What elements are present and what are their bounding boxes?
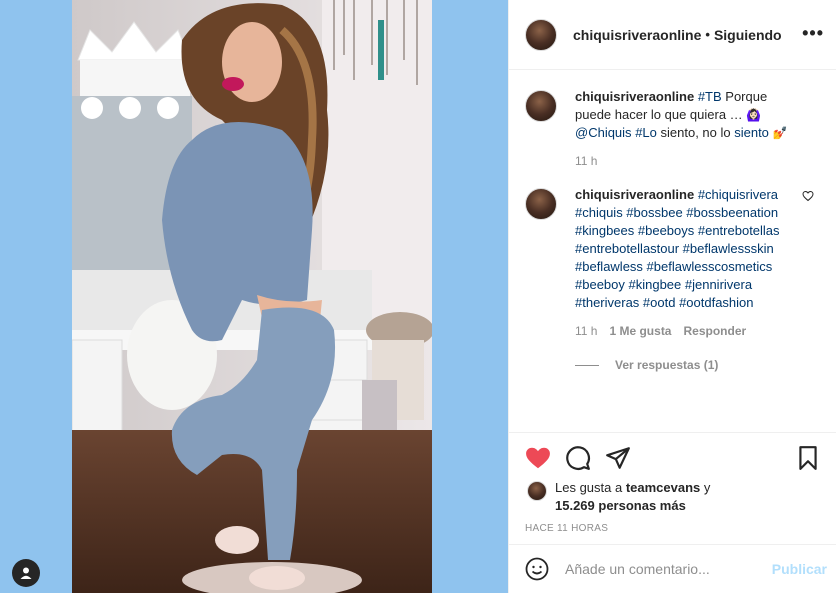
post-header: chiquisriveraonline • Siguiendo ••• bbox=[509, 0, 836, 70]
replies-divider bbox=[575, 364, 599, 366]
hashtag-tb[interactable]: #TB bbox=[698, 89, 722, 104]
caption-time[interactable]: 11 h bbox=[575, 154, 597, 168]
caption-avatar[interactable] bbox=[525, 90, 557, 122]
comment: chiquisriveraonline #chiquisrivera #chiq… bbox=[525, 186, 820, 372]
comments-section: chiquisriveraonline #TB Porque puede hac… bbox=[509, 70, 836, 432]
add-comment-bar: Añade un comentario... Publicar bbox=[509, 544, 836, 593]
view-replies-button[interactable]: Ver respuestas (1) bbox=[575, 358, 791, 372]
post-photo[interactable] bbox=[72, 0, 432, 593]
post-details-panel: chiquisriveraonline • Siguiendo ••• chiq… bbox=[508, 0, 836, 593]
post-actions: Les gusta a teamcevans y 15.269 personas… bbox=[509, 432, 836, 534]
comment-input[interactable]: Añade un comentario... bbox=[565, 561, 772, 577]
comment-likes[interactable]: 1 Me gusta bbox=[609, 324, 671, 338]
comment-avatar[interactable] bbox=[525, 188, 557, 220]
emoji-icon[interactable] bbox=[525, 557, 549, 581]
share-icon[interactable] bbox=[605, 445, 631, 471]
reply-button[interactable]: Responder bbox=[683, 324, 746, 338]
caption-emoji-2: 💅 bbox=[772, 126, 788, 140]
likes-text: Les gusta a teamcevans y 15.269 personas… bbox=[555, 479, 710, 515]
user-icon bbox=[20, 567, 32, 579]
mention-chiquis[interactable]: @Chiquis bbox=[575, 125, 632, 140]
header-separator: • bbox=[705, 27, 710, 42]
comment-icon[interactable] bbox=[565, 445, 591, 471]
post-timestamp[interactable]: HACE 11 HORAS bbox=[525, 523, 821, 534]
comment-hashtags[interactable]: #chiquisrivera #chiquis #bossbee #bossbe… bbox=[575, 187, 780, 310]
liker-username[interactable]: teamcevans bbox=[626, 480, 700, 495]
comment-heart-icon[interactable] bbox=[802, 190, 814, 202]
comment-time[interactable]: 11 h bbox=[575, 324, 597, 338]
like-heart-icon[interactable] bbox=[525, 445, 551, 471]
likes-count[interactable]: 15.269 personas más bbox=[555, 498, 686, 513]
caption: chiquisriveraonline #TB Porque puede hac… bbox=[525, 88, 820, 168]
comment-text: chiquisriveraonline #chiquisrivera #chiq… bbox=[575, 186, 791, 312]
likes-suffix: y bbox=[700, 480, 711, 495]
author-avatar[interactable] bbox=[525, 18, 557, 51]
comment-meta: 11 h 1 Me gusta Responder bbox=[575, 324, 791, 338]
caption-username[interactable]: chiquisriveraonline bbox=[575, 89, 694, 104]
post-button[interactable]: Publicar bbox=[772, 561, 827, 577]
caption-text: chiquisriveraonline #TB Porque puede hac… bbox=[575, 88, 791, 142]
likes-summary: Les gusta a teamcevans y 15.269 personas… bbox=[525, 479, 821, 515]
likes-prefix: Les gusta a bbox=[555, 480, 626, 495]
save-bookmark-icon[interactable] bbox=[795, 445, 821, 471]
left-background bbox=[0, 0, 72, 593]
caption-text-2: siento, no lo bbox=[656, 125, 735, 140]
caption-emoji-1: 🙆🏻‍♀️ bbox=[746, 108, 762, 122]
profile-avatar-button[interactable] bbox=[12, 559, 40, 587]
author-username[interactable]: chiquisriveraonline bbox=[573, 27, 701, 43]
view-replies-label: Ver respuestas (1) bbox=[615, 358, 719, 372]
caption-word-siento[interactable]: siento bbox=[734, 125, 769, 140]
comment-username[interactable]: chiquisriveraonline bbox=[575, 187, 694, 202]
hashtag-lo[interactable]: #Lo bbox=[635, 125, 657, 140]
caption-meta: 11 h bbox=[575, 154, 791, 168]
following-button[interactable]: Siguiendo bbox=[714, 27, 782, 43]
action-icons bbox=[525, 443, 821, 473]
post-image bbox=[72, 0, 432, 593]
right-background bbox=[432, 0, 508, 593]
more-options-icon[interactable]: ••• bbox=[802, 24, 824, 42]
liker-avatar[interactable] bbox=[527, 481, 547, 501]
